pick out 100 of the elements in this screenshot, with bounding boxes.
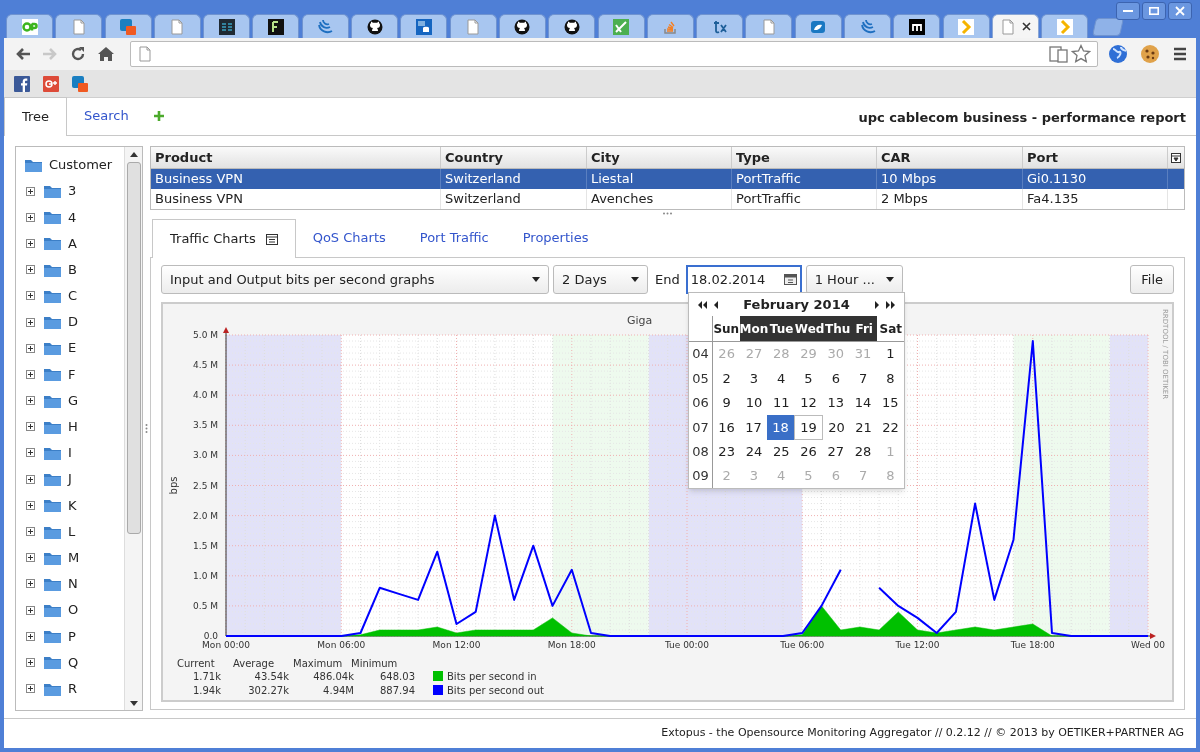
calendar-day[interactable]: 16 <box>713 415 740 440</box>
folder-node[interactable]: C <box>43 286 78 306</box>
expand-icon[interactable] <box>26 631 35 641</box>
calendar-day[interactable]: 6 <box>822 366 850 391</box>
folder-node[interactable]: R <box>43 678 78 699</box>
calendar-day[interactable]: 9 <box>713 390 741 416</box>
close-button[interactable] <box>1168 2 1192 20</box>
scrollbar-thumb[interactable] <box>126 162 141 534</box>
folder-node[interactable]: I <box>43 443 72 463</box>
calendar-day[interactable]: 14 <box>849 390 877 416</box>
expand-icon[interactable] <box>26 553 35 563</box>
calendar-day[interactable]: 1 <box>876 342 904 367</box>
calendar-day[interactable]: 3 <box>740 366 768 391</box>
close-icon[interactable] <box>1021 22 1031 31</box>
maximize-button[interactable] <box>1142 2 1166 20</box>
browser-tab[interactable] <box>893 14 941 38</box>
column-header[interactable]: City <box>587 147 732 168</box>
column-header[interactable]: Port <box>1023 147 1168 168</box>
folder-node[interactable]: E <box>43 338 77 358</box>
calendar-day[interactable]: 24 <box>740 439 768 464</box>
view-tab[interactable]: Port Traffic <box>402 219 506 257</box>
previous-year-button[interactable] <box>697 299 707 310</box>
folder-node[interactable]: J <box>43 469 72 489</box>
globe-icon[interactable] <box>1108 44 1128 64</box>
folder-node[interactable]: B <box>43 259 77 280</box>
cookie-icon[interactable] <box>1140 44 1160 64</box>
folder-node[interactable]: P <box>43 626 76 647</box>
column-header[interactable]: Country <box>441 147 587 168</box>
expand-icon[interactable] <box>26 500 35 510</box>
folder-node[interactable]: Q <box>43 652 79 673</box>
calendar-day[interactable]: 15 <box>876 390 904 416</box>
folder-node[interactable]: N <box>43 574 78 594</box>
calendar-day[interactable]: 20 <box>823 415 850 440</box>
folder-node[interactable]: H <box>43 417 78 437</box>
calendar-day[interactable]: 28 <box>849 439 877 464</box>
expand-icon[interactable] <box>26 212 35 222</box>
calendar-day[interactable]: 17 <box>740 415 767 440</box>
date-field[interactable]: 18.02.2014 <box>685 265 802 294</box>
folder-node[interactable]: O <box>43 600 79 620</box>
calendar-day[interactable]: 21 <box>850 415 877 440</box>
view-tab[interactable]: Traffic Charts <box>152 219 296 258</box>
expand-icon[interactable] <box>26 422 35 432</box>
calendar-day[interactable]: 23 <box>713 439 741 464</box>
step-dropdown[interactable]: 1 Hour ... <box>805 265 903 294</box>
expand-icon[interactable] <box>26 579 35 589</box>
column-header[interactable]: CAR <box>877 147 1023 168</box>
app-tab[interactable]: Search <box>67 97 146 135</box>
file-button[interactable]: File <box>1130 265 1174 294</box>
calendar-day[interactable]: 19 <box>794 415 823 440</box>
browser-tab[interactable] <box>252 14 300 38</box>
expand-icon[interactable] <box>26 291 35 301</box>
calendar-day[interactable]: 22 <box>877 415 904 440</box>
table-row[interactable]: Business VPN Switzerland Liestal PortTraffic 10 Mbps Gi0.1130 <box>151 169 1184 189</box>
bookmark[interactable] <box>12 74 31 93</box>
folder-node[interactable]: A <box>43 233 77 254</box>
folder-node[interactable]: 3 <box>43 181 77 201</box>
expand-icon[interactable] <box>26 657 35 667</box>
graph-dropdown[interactable]: Input and Output bits per second graphs <box>161 265 549 294</box>
calendar-day[interactable]: 27 <box>822 439 850 464</box>
expand-icon[interactable] <box>26 684 35 694</box>
browser-tab[interactable] <box>351 14 399 38</box>
expand-icon[interactable] <box>26 474 35 484</box>
app-tab[interactable]: Tree <box>4 97 68 136</box>
next-month-button[interactable] <box>872 299 882 310</box>
expand-icon[interactable] <box>26 448 35 458</box>
folder-node[interactable]: M <box>43 547 80 568</box>
expand-icon[interactable] <box>26 317 35 327</box>
column-settings-icon[interactable] <box>1171 152 1181 163</box>
calendar-day[interactable]: 26 <box>794 439 823 464</box>
calendar-day[interactable]: 25 <box>767 439 795 464</box>
browser-tab[interactable] <box>498 14 546 38</box>
device-icon[interactable] <box>1049 45 1069 63</box>
next-year-button[interactable] <box>886 299 896 310</box>
calendar-day[interactable]: 4 <box>767 366 795 391</box>
expand-icon[interactable] <box>26 265 35 275</box>
folder-node[interactable]: D <box>43 312 78 332</box>
view-tab[interactable]: Properties <box>505 219 606 257</box>
bookmark[interactable] <box>41 74 60 93</box>
expand-icon[interactable] <box>26 369 35 379</box>
splitter-grip-icon[interactable] <box>663 212 672 215</box>
column-header[interactable]: Type <box>732 147 877 168</box>
calendar-day[interactable]: 12 <box>794 390 823 416</box>
folder-node[interactable]: G <box>43 390 79 411</box>
folder-node[interactable]: L <box>43 521 76 542</box>
calendar-day[interactable]: 18 <box>767 415 794 440</box>
star-icon[interactable] <box>1071 44 1091 64</box>
calendar-day[interactable]: 13 <box>822 390 850 416</box>
calendar-day[interactable]: 10 <box>740 390 768 416</box>
calendar-icon[interactable] <box>783 274 797 285</box>
folder-node[interactable]: Customer <box>16 152 124 178</box>
browser-tab[interactable] <box>203 14 251 38</box>
calendar-day[interactable]: 7 <box>849 366 877 391</box>
column-header[interactable]: Product <box>151 147 441 168</box>
calendar-day[interactable]: 8 <box>876 366 904 391</box>
expand-icon[interactable] <box>26 396 35 406</box>
range-dropdown[interactable]: 2 Days <box>553 265 648 294</box>
expand-icon[interactable] <box>26 605 35 615</box>
folder-node[interactable]: 4 <box>43 207 77 228</box>
calendar-day[interactable]: 11 <box>767 390 795 416</box>
bookmark[interactable] <box>70 74 89 93</box>
